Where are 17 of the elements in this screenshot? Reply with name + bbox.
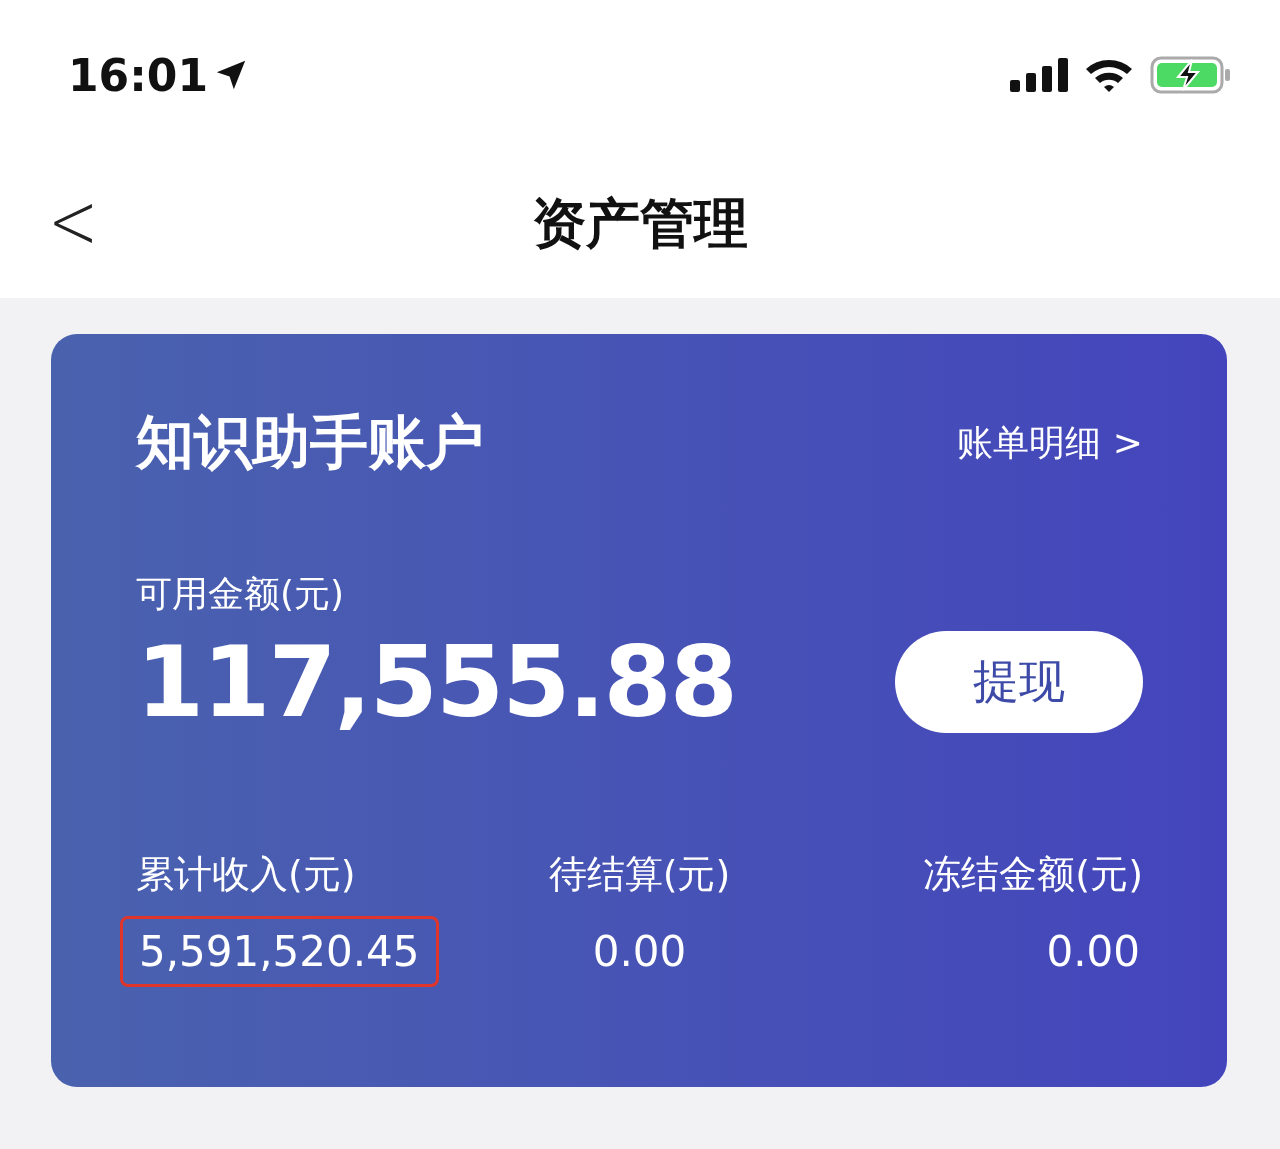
battery-charging-icon: [1150, 56, 1232, 94]
withdraw-button[interactable]: 提现: [895, 631, 1143, 733]
back-button[interactable]: <: [40, 175, 107, 267]
highlighted-stat-value: 5,591,520.45: [120, 916, 439, 987]
available-label: 可用金额(元): [136, 572, 346, 616]
page-title: 资产管理: [532, 190, 748, 257]
signal-icon: [1010, 58, 1068, 92]
available-amount: 117,555.88: [136, 625, 736, 739]
bill-details-link[interactable]: 账单明细 >: [957, 418, 1143, 468]
wifi-icon: [1084, 57, 1134, 93]
stat-label: 累计收入(元): [136, 851, 356, 898]
account-title: 知识助手账户: [136, 407, 484, 478]
stat-value: 0.00: [591, 926, 688, 978]
status-time: 16:01: [68, 49, 209, 101]
stat-value: 0.00: [1045, 926, 1141, 978]
stat-label: 冻结金额(元): [923, 851, 1143, 898]
stat-label: 待结算(元): [548, 851, 731, 898]
